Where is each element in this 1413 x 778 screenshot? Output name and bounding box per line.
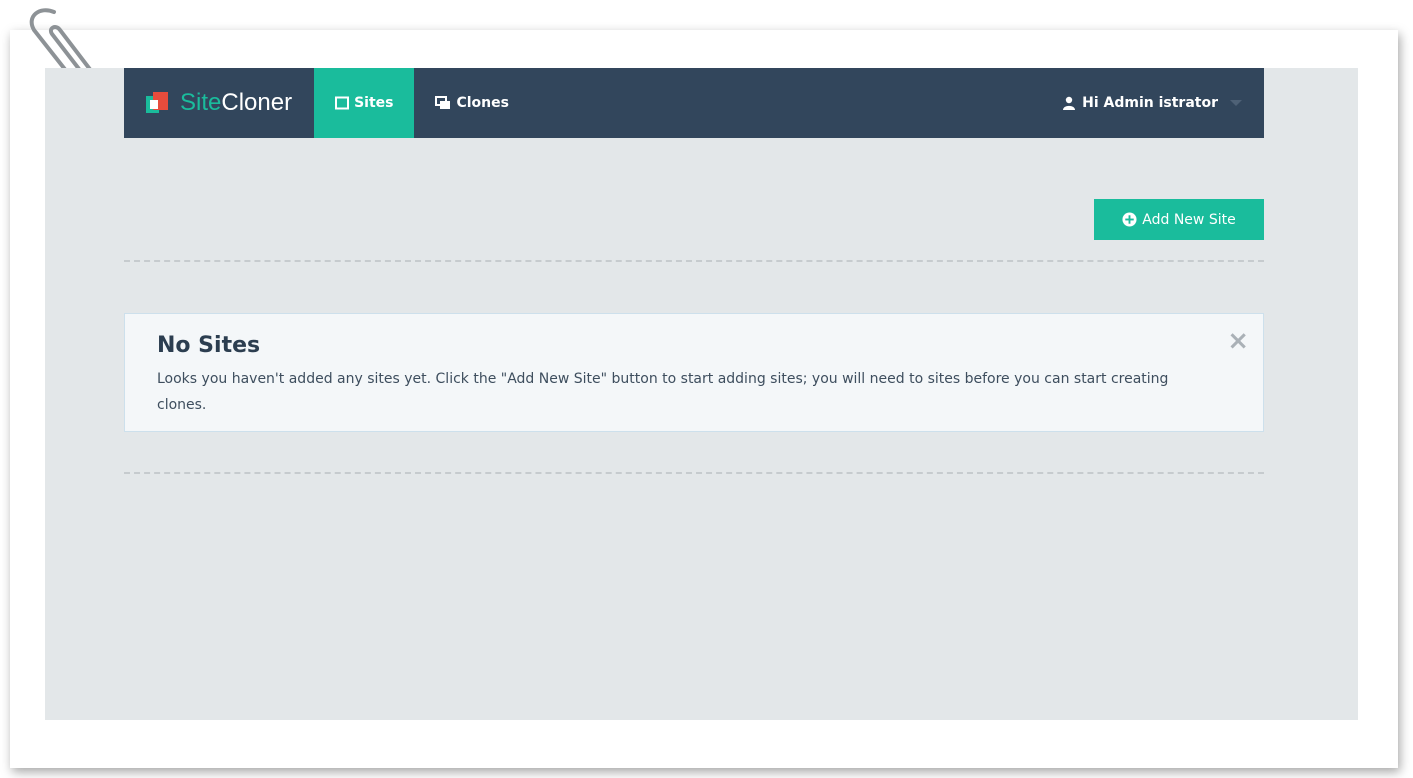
nav-item-clones-label: Clones — [456, 95, 509, 111]
close-icon[interactable]: × — [1227, 328, 1249, 354]
user-menu-dropdown[interactable]: Hi Admin istrator — [1062, 68, 1264, 138]
alert-title: No Sites — [157, 333, 261, 358]
user-greeting: Hi Admin istrator — [1082, 95, 1218, 111]
nav-item-sites-label: Sites — [354, 95, 394, 111]
alert-message: Looks you haven't added any sites yet. C… — [157, 371, 1169, 413]
add-new-site-button[interactable]: Add New Site — [1094, 199, 1264, 240]
caret-down-icon — [1230, 99, 1242, 107]
copy-icon — [435, 96, 451, 110]
nav-item-sites[interactable]: Sites — [314, 68, 415, 138]
section-divider-top — [124, 260, 1264, 262]
user-icon — [1062, 96, 1076, 110]
plus-circle-icon — [1122, 212, 1137, 227]
no-sites-alert: No Sites Looks you haven't added any sit… — [124, 313, 1264, 432]
section-divider-bottom — [124, 472, 1264, 474]
brand-logo-link[interactable]: SiteCloner — [124, 68, 314, 138]
add-new-site-label: Add New Site — [1142, 211, 1236, 228]
sitecloner-logo-icon — [144, 89, 172, 117]
brand-name: SiteCloner — [180, 89, 293, 116]
nav-item-clones[interactable]: Clones — [414, 68, 530, 138]
square-icon — [335, 96, 350, 110]
top-navbar: SiteCloner Sites Clones Hi Admin istrato… — [124, 68, 1264, 138]
